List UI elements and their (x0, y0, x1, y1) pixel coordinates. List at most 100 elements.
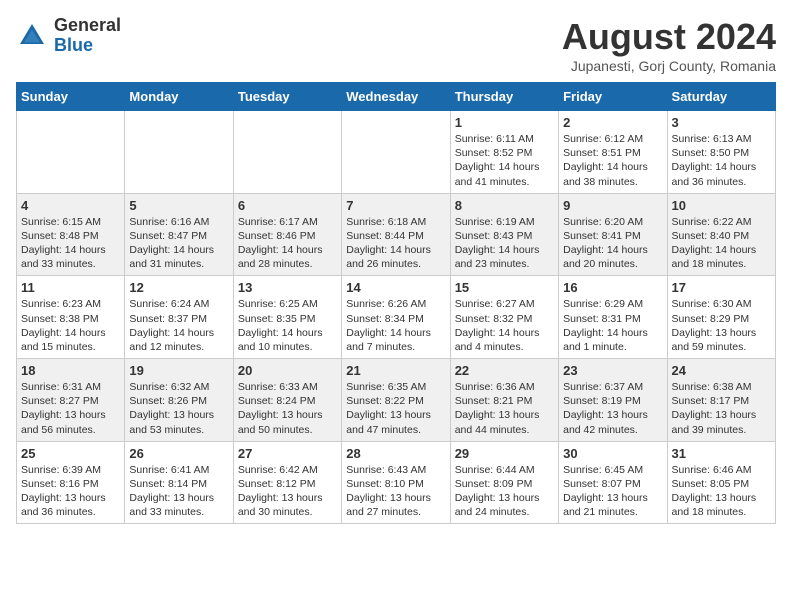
calendar-cell: 28 Sunrise: 6:43 AMSunset: 8:10 PMDayligh… (342, 441, 450, 524)
calendar-week-row: 1 Sunrise: 6:11 AMSunset: 8:52 PMDaylight… (17, 111, 776, 194)
day-info: Sunrise: 6:44 AMSunset: 8:09 PMDaylight:… (455, 463, 554, 520)
page-header: General Blue August 2024 Jupanesti, Gorj… (16, 16, 776, 74)
day-info: Sunrise: 6:37 AMSunset: 8:19 PMDaylight:… (563, 380, 662, 437)
day-number: 23 (563, 363, 662, 378)
day-info: Sunrise: 6:18 AMSunset: 8:44 PMDaylight:… (346, 215, 445, 272)
day-number: 13 (238, 280, 337, 295)
calendar-cell: 9 Sunrise: 6:20 AMSunset: 8:41 PMDaylight… (559, 193, 667, 276)
calendar-cell (125, 111, 233, 194)
weekday-header: Thursday (450, 83, 558, 111)
logo-text: General Blue (54, 16, 121, 56)
title-block: August 2024 Jupanesti, Gorj County, Roma… (562, 16, 776, 74)
day-number: 8 (455, 198, 554, 213)
calendar-cell: 13Sunrise: 6:25 AMSunset: 8:35 PMDayligh… (233, 276, 341, 359)
day-number: 20 (238, 363, 337, 378)
calendar-week-row: 4 Sunrise: 6:15 AMSunset: 8:48 PMDaylight… (17, 193, 776, 276)
calendar-cell: 25Sunrise: 6:39 AMSunset: 8:16 PMDayligh… (17, 441, 125, 524)
calendar-cell: 3 Sunrise: 6:13 AMSunset: 8:50 PMDaylight… (667, 111, 775, 194)
calendar-cell: 15Sunrise: 6:27 AMSunset: 8:32 PMDayligh… (450, 276, 558, 359)
day-info: Sunrise: 6:15 AMSunset: 8:48 PMDaylight:… (21, 215, 120, 272)
day-info: Sunrise: 6:39 AMSunset: 8:16 PMDaylight:… (21, 463, 120, 520)
calendar-cell: 17Sunrise: 6:30 AMSunset: 8:29 PMDayligh… (667, 276, 775, 359)
day-info: Sunrise: 6:23 AMSunset: 8:38 PMDaylight:… (21, 297, 120, 354)
calendar-week-row: 25Sunrise: 6:39 AMSunset: 8:16 PMDayligh… (17, 441, 776, 524)
day-number: 28 (346, 446, 445, 461)
logo-blue: Blue (54, 36, 121, 56)
calendar: SundayMondayTuesdayWednesdayThursdayFrid… (16, 82, 776, 524)
day-number: 26 (129, 446, 228, 461)
day-info: Sunrise: 6:35 AMSunset: 8:22 PMDaylight:… (346, 380, 445, 437)
day-number: 7 (346, 198, 445, 213)
calendar-week-row: 18Sunrise: 6:31 AMSunset: 8:27 PMDayligh… (17, 359, 776, 442)
day-info: Sunrise: 6:33 AMSunset: 8:24 PMDaylight:… (238, 380, 337, 437)
day-number: 14 (346, 280, 445, 295)
day-number: 11 (21, 280, 120, 295)
calendar-cell: 26 Sunrise: 6:41 AMSunset: 8:14 PMDayligh… (125, 441, 233, 524)
weekday-header: Sunday (17, 83, 125, 111)
day-number: 31 (672, 446, 771, 461)
day-number: 17 (672, 280, 771, 295)
day-info: Sunrise: 6:41 AMSunset: 8:14 PMDaylight:… (129, 463, 228, 520)
calendar-cell: 24Sunrise: 6:38 AMSunset: 8:17 PMDayligh… (667, 359, 775, 442)
calendar-cell: 12 Sunrise: 6:24 AMSunset: 8:37 PMDayligh… (125, 276, 233, 359)
weekday-header: Saturday (667, 83, 775, 111)
day-number: 21 (346, 363, 445, 378)
calendar-cell: 14 Sunrise: 6:26 AMSunset: 8:34 PMDayligh… (342, 276, 450, 359)
calendar-cell: 21 Sunrise: 6:35 AMSunset: 8:22 PMDayligh… (342, 359, 450, 442)
calendar-cell: 23 Sunrise: 6:37 AMSunset: 8:19 PMDayligh… (559, 359, 667, 442)
calendar-cell: 31 Sunrise: 6:46 AMSunset: 8:05 PMDayligh… (667, 441, 775, 524)
calendar-cell: 8 Sunrise: 6:19 AMSunset: 8:43 PMDaylight… (450, 193, 558, 276)
day-info: Sunrise: 6:13 AMSunset: 8:50 PMDaylight:… (672, 132, 771, 189)
calendar-cell (17, 111, 125, 194)
location: Jupanesti, Gorj County, Romania (562, 58, 776, 74)
day-info: Sunrise: 6:38 AMSunset: 8:17 PMDaylight:… (672, 380, 771, 437)
day-number: 29 (455, 446, 554, 461)
calendar-cell: 2 Sunrise: 6:12 AMSunset: 8:51 PMDaylight… (559, 111, 667, 194)
calendar-cell (342, 111, 450, 194)
day-number: 18 (21, 363, 120, 378)
day-info: Sunrise: 6:11 AMSunset: 8:52 PMDaylight:… (455, 132, 554, 189)
calendar-header: SundayMondayTuesdayWednesdayThursdayFrid… (17, 83, 776, 111)
day-number: 12 (129, 280, 228, 295)
day-number: 22 (455, 363, 554, 378)
weekday-header: Friday (559, 83, 667, 111)
day-info: Sunrise: 6:24 AMSunset: 8:37 PMDaylight:… (129, 297, 228, 354)
calendar-cell: 30Sunrise: 6:45 AMSunset: 8:07 PMDayligh… (559, 441, 667, 524)
day-info: Sunrise: 6:20 AMSunset: 8:41 PMDaylight:… (563, 215, 662, 272)
day-number: 4 (21, 198, 120, 213)
logo: General Blue (16, 16, 121, 56)
weekday-header: Monday (125, 83, 233, 111)
day-info: Sunrise: 6:17 AMSunset: 8:46 PMDaylight:… (238, 215, 337, 272)
calendar-cell: 10 Sunrise: 6:22 AMSunset: 8:40 PMDayligh… (667, 193, 775, 276)
calendar-cell: 5Sunrise: 6:16 AMSunset: 8:47 PMDaylight… (125, 193, 233, 276)
calendar-body: 1 Sunrise: 6:11 AMSunset: 8:52 PMDaylight… (17, 111, 776, 524)
day-number: 19 (129, 363, 228, 378)
logo-icon (16, 20, 48, 52)
day-number: 10 (672, 198, 771, 213)
calendar-cell: 1 Sunrise: 6:11 AMSunset: 8:52 PMDaylight… (450, 111, 558, 194)
day-info: Sunrise: 6:22 AMSunset: 8:40 PMDaylight:… (672, 215, 771, 272)
day-number: 1 (455, 115, 554, 130)
calendar-cell: 20 Sunrise: 6:33 AMSunset: 8:24 PMDayligh… (233, 359, 341, 442)
calendar-cell: 27Sunrise: 6:42 AMSunset: 8:12 PMDayligh… (233, 441, 341, 524)
day-info: Sunrise: 6:36 AMSunset: 8:21 PMDaylight:… (455, 380, 554, 437)
day-number: 9 (563, 198, 662, 213)
day-number: 30 (563, 446, 662, 461)
day-info: Sunrise: 6:16 AMSunset: 8:47 PMDaylight:… (129, 215, 228, 272)
day-info: Sunrise: 6:43 AMSunset: 8:10 PMDaylight:… (346, 463, 445, 520)
day-number: 3 (672, 115, 771, 130)
weekday-header: Tuesday (233, 83, 341, 111)
day-info: Sunrise: 6:46 AMSunset: 8:05 PMDaylight:… (672, 463, 771, 520)
day-info: Sunrise: 6:19 AMSunset: 8:43 PMDaylight:… (455, 215, 554, 272)
day-info: Sunrise: 6:12 AMSunset: 8:51 PMDaylight:… (563, 132, 662, 189)
calendar-cell: 7 Sunrise: 6:18 AMSunset: 8:44 PMDaylight… (342, 193, 450, 276)
calendar-cell: 19 Sunrise: 6:32 AMSunset: 8:26 PMDayligh… (125, 359, 233, 442)
weekday-row: SundayMondayTuesdayWednesdayThursdayFrid… (17, 83, 776, 111)
day-info: Sunrise: 6:26 AMSunset: 8:34 PMDaylight:… (346, 297, 445, 354)
day-number: 2 (563, 115, 662, 130)
calendar-cell: 22 Sunrise: 6:36 AMSunset: 8:21 PMDayligh… (450, 359, 558, 442)
calendar-cell (233, 111, 341, 194)
day-number: 6 (238, 198, 337, 213)
day-info: Sunrise: 6:32 AMSunset: 8:26 PMDaylight:… (129, 380, 228, 437)
calendar-week-row: 11 Sunrise: 6:23 AMSunset: 8:38 PMDayligh… (17, 276, 776, 359)
